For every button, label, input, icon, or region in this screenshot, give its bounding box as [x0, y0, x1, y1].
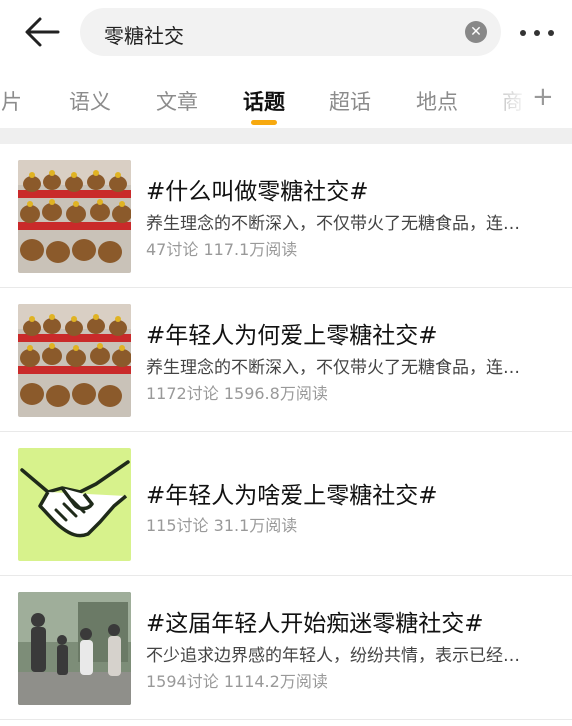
topic-result-item[interactable]: #年轻人为何爱上零糖社交# 养生理念的不断深入，不仅带火了无糖食品，连… 117…	[0, 288, 572, 432]
tab-bar: 图片 语义 文章 话题 超话 地点 商 +	[0, 64, 572, 128]
add-tab-icon[interactable]: +	[532, 84, 554, 110]
tab-topics[interactable]: 话题	[243, 86, 285, 116]
topic-stats: 1172讨论 1596.8万阅读	[146, 380, 328, 404]
read-count: 1596.8万阅读	[223, 384, 328, 403]
section-divider	[0, 128, 572, 144]
top-bar: 零糖社交 ✕	[0, 0, 572, 64]
topic-description: 养生理念的不断深入，不仅带火了无糖食品，连…	[146, 358, 520, 378]
topic-stats: 1594讨论 1114.2万阅读	[146, 668, 328, 692]
topic-result-item[interactable]: #什么叫做零糖社交# 养生理念的不断深入，不仅带火了无糖食品，连… 47讨论 1…	[0, 144, 572, 288]
topic-title: #这届年轻人开始痴迷零糖社交#	[146, 611, 484, 637]
discussion-count: 1172讨论	[146, 384, 219, 403]
topic-result-item[interactable]: #这届年轻人开始痴迷零糖社交# 不少追求边界感的年轻人，纷纷共情，表示已经… 1…	[0, 576, 572, 720]
topic-title: #年轻人为何爱上零糖社交#	[146, 323, 438, 349]
tab-images[interactable]: 图片	[0, 86, 22, 116]
plush-capybara-display-icon	[18, 304, 131, 417]
plush-capybara-display-icon	[18, 160, 131, 273]
topic-description: 不少追求边界感的年轻人，纷纷共情，表示已经…	[146, 646, 520, 666]
clear-icon[interactable]: ✕	[465, 21, 487, 43]
read-count: 1114.2万阅读	[223, 672, 328, 691]
active-tab-indicator	[251, 120, 277, 125]
read-count: 31.1万阅读	[213, 516, 298, 535]
search-input[interactable]: 零糖社交	[104, 20, 184, 49]
handshake-icon	[18, 448, 131, 561]
topic-stats: 47讨论 117.1万阅读	[146, 236, 297, 260]
topic-result-item[interactable]: #年轻人为啥爱上零糖社交# 115讨论 31.1万阅读	[0, 432, 572, 576]
search-bar[interactable]: 零糖社交 ✕	[80, 8, 501, 56]
tab-fade	[470, 64, 530, 128]
topic-title: #什么叫做零糖社交#	[146, 179, 369, 205]
row-divider	[0, 719, 572, 720]
tab-semantic[interactable]: 语义	[69, 86, 111, 116]
discussion-count: 47讨论	[146, 240, 199, 259]
topic-stats: 115讨论 31.1万阅读	[146, 512, 297, 536]
discussion-count: 115讨论	[146, 516, 209, 535]
tab-articles[interactable]: 文章	[156, 86, 198, 116]
topic-title: #年轻人为啥爱上零糖社交#	[146, 483, 438, 509]
discussion-count: 1594讨论	[146, 672, 219, 691]
tab-places[interactable]: 地点	[416, 86, 458, 116]
read-count: 117.1万阅读	[203, 240, 298, 259]
tab-super-topics[interactable]: 超话	[329, 86, 371, 116]
more-icon[interactable]	[518, 22, 558, 42]
topic-description: 养生理念的不断深入，不仅带火了无糖食品，连…	[146, 214, 520, 234]
back-arrow-icon[interactable]	[22, 14, 62, 50]
people-outdoor-photo-icon	[18, 592, 131, 705]
